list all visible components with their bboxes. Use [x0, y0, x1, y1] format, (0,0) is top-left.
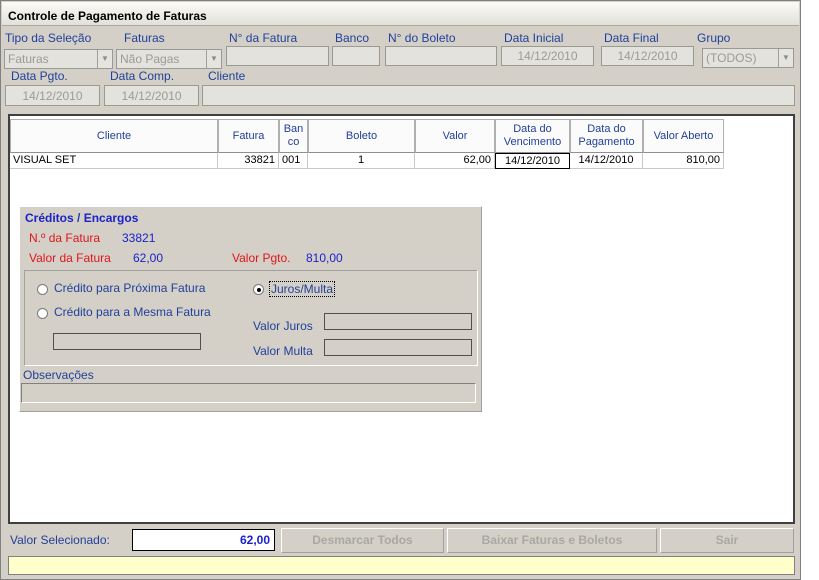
- grupo-value: (TODOS): [706, 51, 757, 65]
- status-bar: [8, 556, 795, 575]
- panel-title: Créditos / Encargos: [25, 211, 139, 225]
- radio-juros-multa[interactable]: [253, 284, 264, 295]
- num-fatura-label: N° da Fatura: [229, 31, 298, 45]
- banco-field[interactable]: [332, 46, 380, 66]
- grupo-select[interactable]: (TODOS) ▼: [702, 48, 794, 68]
- valor-fatura-label: Valor da Fatura: [29, 251, 111, 265]
- data-final-label: Data Final: [604, 31, 659, 45]
- valor-pgto-label: Valor Pgto.: [232, 251, 291, 265]
- column-header-banco[interactable]: Ban co: [279, 119, 308, 153]
- cell-pagamento[interactable]: 14/12/2010: [570, 153, 643, 169]
- tipo-selecao-label: Tipo da Seleção: [5, 31, 92, 45]
- radio-credito-proxima[interactable]: [37, 284, 48, 295]
- cliente-label: Cliente: [208, 69, 246, 83]
- valor-pgto-value: 810,00: [306, 251, 343, 265]
- column-header-fatura[interactable]: Fatura: [218, 119, 279, 153]
- column-header-boleto[interactable]: Boleto: [308, 119, 415, 153]
- valor-selecionado-label: Valor Selecionado:: [10, 533, 110, 547]
- main-window: Controle de Pagamento de Faturas Tipo da…: [0, 0, 801, 580]
- data-comp-label: Data Comp.: [110, 69, 175, 83]
- valor-juros-label: Valor Juros: [253, 319, 313, 333]
- num-fatura-info-value: 33821: [122, 231, 156, 245]
- cell-valor-aberto[interactable]: 810,00: [643, 153, 724, 169]
- cell-banco[interactable]: 001: [279, 153, 308, 169]
- faturas-label: Faturas: [124, 31, 165, 45]
- desmarcar-todos-button[interactable]: Desmarcar Todos: [281, 528, 444, 553]
- data-pgto-field[interactable]: 14/12/2010: [5, 85, 100, 106]
- column-header-valor-aberto[interactable]: Valor Aberto: [643, 119, 724, 153]
- observacoes-field[interactable]: [21, 383, 476, 403]
- data-inicial-field[interactable]: 14/12/2010: [501, 46, 594, 66]
- data-comp-field[interactable]: 14/12/2010: [104, 85, 199, 106]
- faturas-select[interactable]: Não Pagas ▼: [116, 49, 222, 69]
- data-pgto-label: Data Pgto.: [11, 69, 68, 83]
- faturas-table: Cliente Fatura Ban co Boleto Valor Data d…: [8, 114, 795, 524]
- valor-multa-label: Valor Multa: [253, 344, 313, 358]
- tipo-selecao-value: Faturas: [8, 52, 49, 66]
- radio-juros-multa-label[interactable]: Juros/Multa: [269, 281, 336, 297]
- cell-boleto[interactable]: 1: [308, 153, 415, 169]
- valor-multa-field[interactable]: [324, 339, 472, 356]
- options-group: Crédito para Próxima Fatura Juros/Multa …: [24, 270, 478, 366]
- column-header-valor[interactable]: Valor: [415, 119, 495, 153]
- valor-juros-field[interactable]: [324, 313, 472, 330]
- num-boleto-field[interactable]: [385, 46, 497, 66]
- window-title: Controle de Pagamento de Faturas: [2, 2, 799, 26]
- credito-value-field[interactable]: [53, 333, 201, 350]
- num-fatura-field[interactable]: [226, 46, 329, 66]
- num-fatura-info-label: N.º da Fatura: [29, 231, 101, 245]
- data-inicial-label: Data Inicial: [504, 31, 564, 45]
- chevron-down-icon[interactable]: ▼: [206, 50, 221, 68]
- cell-cliente[interactable]: VISUAL SET: [10, 153, 218, 169]
- radio-credito-proxima-label[interactable]: Crédito para Próxima Fatura: [54, 281, 205, 295]
- chevron-down-icon[interactable]: ▼: [97, 50, 112, 68]
- grupo-label: Grupo: [697, 31, 731, 45]
- banco-label: Banco: [335, 31, 370, 45]
- sair-button[interactable]: Sair: [660, 528, 794, 553]
- creditos-encargos-panel: Créditos / Encargos N.º da Fatura 33821 …: [19, 206, 482, 412]
- column-header-vencimento[interactable]: Data do Vencimento: [495, 119, 570, 153]
- chevron-down-icon[interactable]: ▼: [778, 49, 793, 67]
- faturas-value: Não Pagas: [120, 52, 180, 66]
- cell-vencimento[interactable]: 14/12/2010: [495, 153, 570, 169]
- cell-fatura[interactable]: 33821: [218, 153, 279, 169]
- cell-valor[interactable]: 62,00: [415, 153, 495, 169]
- column-header-pagamento[interactable]: Data do Pagamento: [570, 119, 643, 153]
- radio-credito-mesma[interactable]: [37, 308, 48, 319]
- data-final-field[interactable]: 14/12/2010: [601, 46, 694, 66]
- baixar-faturas-button[interactable]: Baixar Faturas e Boletos: [447, 528, 657, 553]
- radio-credito-mesma-label[interactable]: Crédito para a Mesma Fatura: [54, 305, 211, 319]
- observacoes-label: Observações: [23, 368, 94, 382]
- cliente-field[interactable]: [202, 85, 795, 106]
- num-boleto-label: N° do Boleto: [388, 31, 456, 45]
- tipo-selecao-select[interactable]: Faturas ▼: [4, 49, 113, 69]
- valor-selecionado-field[interactable]: 62,00: [132, 529, 275, 551]
- valor-fatura-value: 62,00: [133, 251, 164, 265]
- column-header-cliente[interactable]: Cliente: [10, 119, 218, 153]
